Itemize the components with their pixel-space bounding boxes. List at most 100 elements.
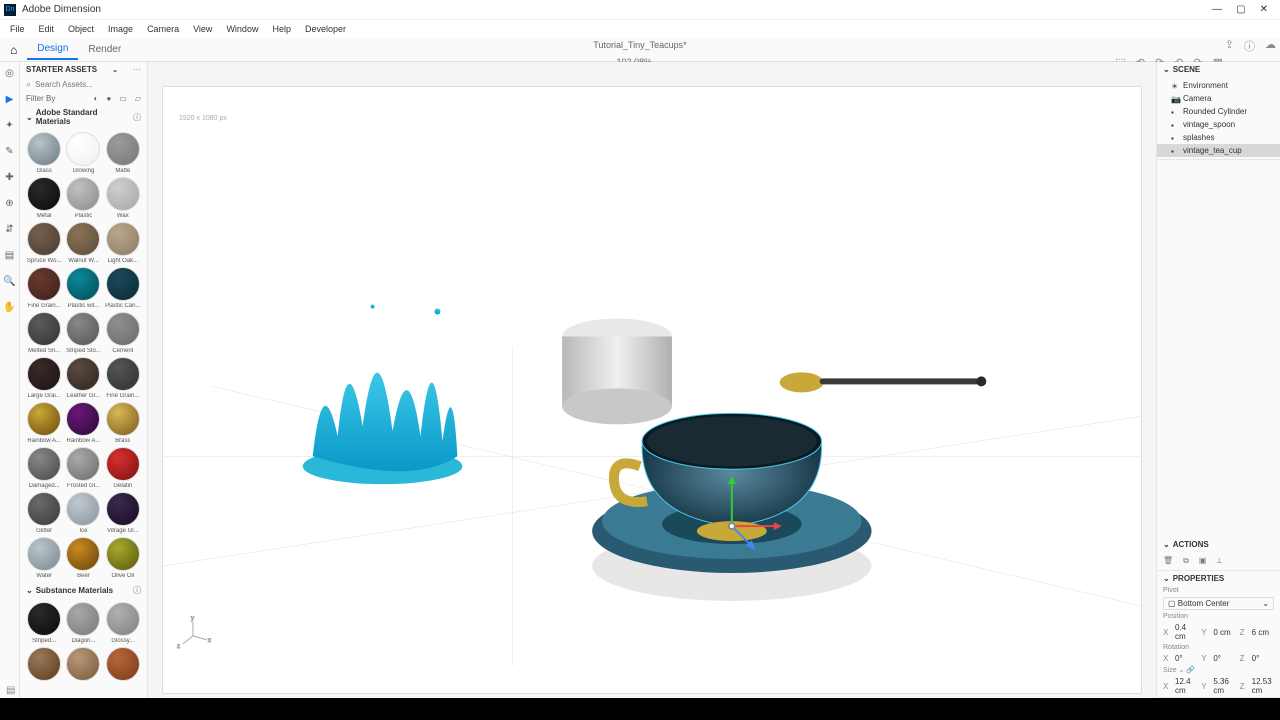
material-swatch[interactable]: Fine Grain...	[105, 357, 141, 399]
material-swatch[interactable]: Metal	[26, 177, 62, 219]
menu-file[interactable]: File	[4, 22, 31, 36]
filter-material-icon[interactable]: ●	[106, 94, 111, 103]
material-swatch[interactable]: Spruce Wo...	[26, 222, 62, 264]
material-swatch[interactable]: Plastic wit...	[65, 267, 101, 309]
filter-shape-icon[interactable]: ◐	[94, 94, 99, 103]
scene-item[interactable]: ▪Rounded Cylinder	[1157, 105, 1280, 118]
material-swatch[interactable]: Frosted Gl...	[65, 447, 101, 489]
material-swatch[interactable]	[105, 647, 141, 683]
search-input[interactable]	[35, 80, 141, 89]
material-swatch[interactable]: Large Grai...	[26, 357, 62, 399]
minimize-icon[interactable]: —	[1212, 4, 1222, 15]
material-swatch[interactable]: Matte	[105, 132, 141, 174]
share-icon[interactable]: ⇪	[1225, 38, 1234, 54]
align-tool-icon[interactable]: ▤	[3, 248, 17, 262]
scene-item[interactable]: ☀Environment	[1157, 79, 1280, 92]
close-icon[interactable]: ✕	[1260, 4, 1268, 15]
rot-x[interactable]: 0°	[1175, 654, 1197, 663]
search-box[interactable]: ⌕	[20, 77, 147, 92]
maximize-icon[interactable]: ▢	[1236, 4, 1245, 15]
material-swatch[interactable]	[26, 647, 62, 683]
pivot-label: Pivot	[1157, 586, 1280, 595]
material-swatch[interactable]: Striped...	[26, 602, 62, 644]
material-swatch[interactable]: Gelatin	[105, 447, 141, 489]
menu-view[interactable]: View	[187, 22, 218, 36]
panel-toggle-icon[interactable]: ▤	[6, 685, 15, 696]
scene-item[interactable]: 📷Camera	[1157, 92, 1280, 105]
viewport[interactable]: 1920 x 1080 px	[148, 62, 1156, 698]
group-icon[interactable]: ▣	[1199, 556, 1207, 566]
panel-options-icon[interactable]: ⋯	[133, 65, 141, 74]
material-swatch[interactable]: Glossy...	[105, 602, 141, 644]
material-swatch[interactable]: Rainbow A...	[65, 402, 101, 444]
material-swatch[interactable]: Melted Sn...	[26, 312, 62, 354]
pos-x[interactable]: 0.4 cm	[1175, 623, 1197, 641]
menu-help[interactable]: Help	[266, 22, 297, 36]
material-swatch[interactable]: Glowing	[65, 132, 101, 174]
material-swatch[interactable]: Wax	[105, 177, 141, 219]
material-swatch[interactable]: Beer	[65, 537, 101, 579]
align-ground-icon[interactable]: ⟂	[1216, 556, 1221, 566]
sampler-tool-icon[interactable]: ✚	[3, 170, 17, 184]
move-tool-icon[interactable]: ✦	[3, 118, 17, 132]
material-swatch[interactable]: Ice	[65, 492, 101, 534]
material-swatch[interactable]: Cement	[105, 312, 141, 354]
material-swatch[interactable]: Vitrage Gl...	[105, 492, 141, 534]
material-swatch[interactable]: Walnut W...	[65, 222, 101, 264]
material-swatch[interactable]: Damaged...	[26, 447, 62, 489]
rot-y[interactable]: 0°	[1213, 654, 1235, 663]
material-swatch[interactable]: Plastic Can...	[105, 267, 141, 309]
material-swatch[interactable]: Plastic	[65, 177, 101, 219]
pivot-select[interactable]: ▢ Bottom Center⌄	[1163, 597, 1274, 610]
material-swatch[interactable]: Brass	[105, 402, 141, 444]
menu-developer[interactable]: Developer	[299, 22, 352, 36]
wand-tool-icon[interactable]: ✎	[3, 144, 17, 158]
material-swatch[interactable]: Striped Sto...	[65, 312, 101, 354]
tab-design[interactable]: Design	[27, 39, 78, 60]
menu-object[interactable]: Object	[62, 22, 100, 36]
chevron-down-icon[interactable]: ⌄	[26, 113, 33, 122]
add-tool-icon[interactable]: ⊕	[3, 196, 17, 210]
material-swatch[interactable]: Rainbow A...	[26, 402, 62, 444]
scene-cylinder	[562, 319, 672, 425]
material-swatch[interactable]: Diagon...	[65, 602, 101, 644]
pos-y[interactable]: 0 cm	[1213, 628, 1235, 637]
info-icon[interactable]: ⓘ	[133, 585, 141, 596]
material-swatch[interactable]: Leather Gr...	[65, 357, 101, 399]
cloud-icon[interactable]: ☁	[1265, 38, 1276, 54]
target-tool-icon[interactable]: ◎	[3, 66, 17, 80]
chevron-down-icon[interactable]: ⌄	[26, 586, 33, 595]
scene-item[interactable]: ▪splashes	[1157, 131, 1280, 144]
duplicate-icon[interactable]: ⧉	[1183, 556, 1189, 566]
material-swatch[interactable]: Olive Oil	[105, 537, 141, 579]
material-swatch[interactable]	[65, 647, 101, 683]
menu-window[interactable]: Window	[220, 22, 264, 36]
select-tool-icon[interactable]: ▶	[3, 92, 17, 106]
home-icon[interactable]: ⌂	[0, 43, 27, 57]
tab-render[interactable]: Render	[78, 40, 131, 59]
material-swatch[interactable]: Water	[26, 537, 62, 579]
scene-item[interactable]: ▪vintage_tea_cup	[1157, 144, 1280, 157]
material-swatch[interactable]: Glass	[26, 132, 62, 174]
info-icon[interactable]: ⓘ	[133, 112, 141, 123]
zoom-tool-icon[interactable]: 🔍	[3, 274, 17, 288]
menu-camera[interactable]: Camera	[141, 22, 185, 36]
scene-item[interactable]: ▪vintage_spoon	[1157, 118, 1280, 131]
menu-edit[interactable]: Edit	[33, 22, 61, 36]
size-y[interactable]: 5.36 cm	[1213, 677, 1235, 695]
menu-image[interactable]: Image	[102, 22, 139, 36]
filter-light-icon[interactable]: ▭	[119, 94, 127, 103]
material-swatch[interactable]: Glitter	[26, 492, 62, 534]
material-swatch[interactable]: Light Oak...	[105, 222, 141, 264]
filter-image-icon[interactable]: ▱	[135, 94, 141, 103]
rot-z[interactable]: 0°	[1252, 654, 1274, 663]
help-icon[interactable]: ⓘ	[1244, 38, 1255, 54]
size-z[interactable]: 12.53 cm	[1252, 677, 1274, 695]
delete-icon[interactable]: 🗑	[1163, 556, 1173, 566]
asset-panel-title[interactable]: STARTER ASSETS	[26, 65, 97, 74]
hand-tool-icon[interactable]: ✋	[3, 300, 17, 314]
pos-z[interactable]: 6 cm	[1252, 628, 1274, 637]
material-swatch[interactable]: Fine Grain...	[26, 267, 62, 309]
size-x[interactable]: 12.4 cm	[1175, 677, 1197, 695]
ruler-tool-icon[interactable]: ⇵	[3, 222, 17, 236]
